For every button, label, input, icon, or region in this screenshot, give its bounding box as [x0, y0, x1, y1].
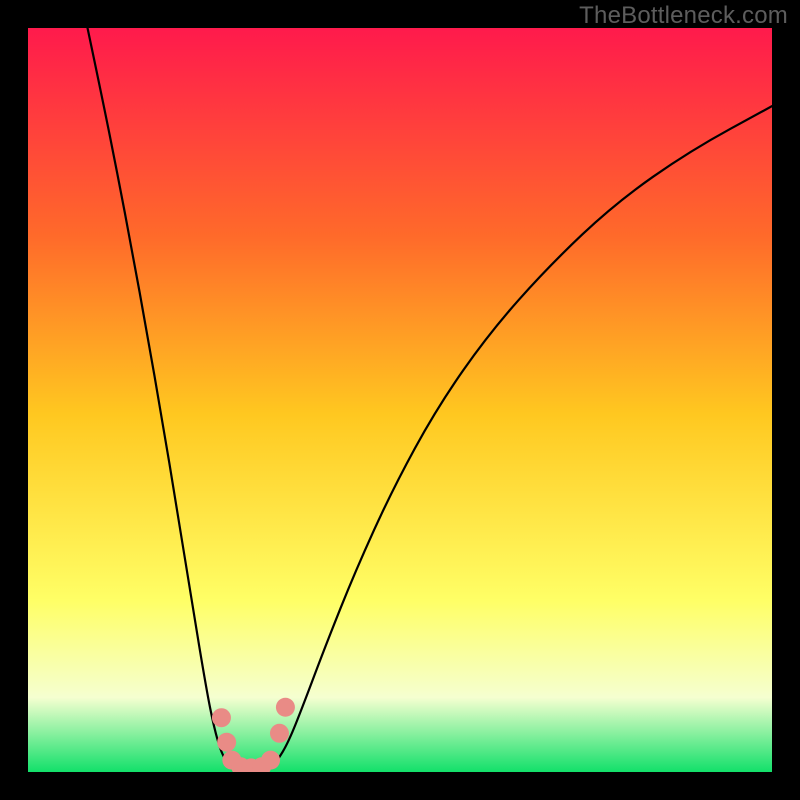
- plot-area: [28, 28, 772, 772]
- watermark-text: TheBottleneck.com: [579, 2, 788, 30]
- chart-svg: [28, 28, 772, 772]
- gradient-background: [28, 28, 772, 772]
- chart-frame: TheBottleneck.com: [0, 0, 800, 800]
- marker-point: [270, 724, 289, 743]
- marker-point: [212, 708, 231, 727]
- marker-point: [217, 733, 236, 752]
- marker-point: [261, 751, 280, 770]
- marker-point: [276, 698, 295, 717]
